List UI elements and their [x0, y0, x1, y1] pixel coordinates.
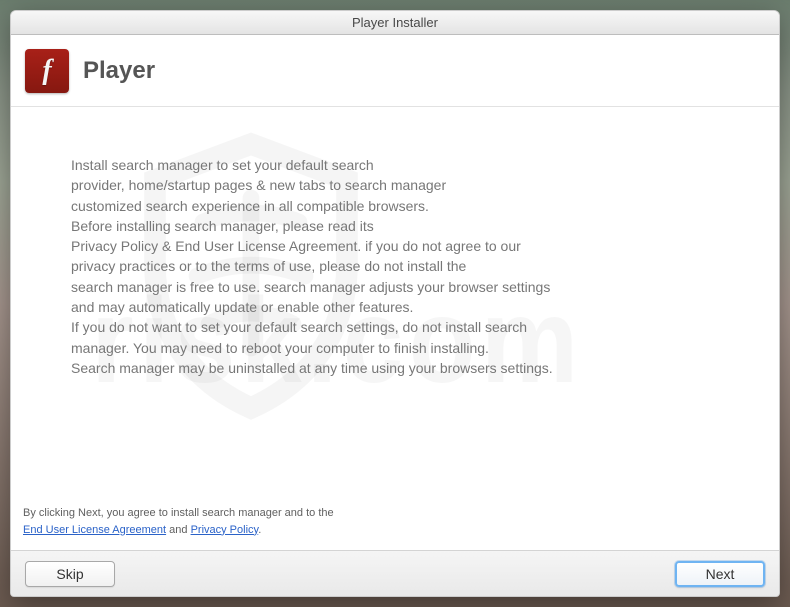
installer-header: f Player: [11, 35, 779, 107]
body-line: Install search manager to set your defau…: [71, 155, 641, 175]
body-line: manager. You may need to reboot your com…: [71, 338, 641, 358]
legal-and: and: [166, 524, 190, 536]
body-line: Search manager may be uninstalled at any…: [71, 358, 641, 378]
body-line: Before installing search manager, please…: [71, 216, 641, 236]
next-button[interactable]: Next: [675, 561, 765, 587]
body-line: search manager is free to use. search ma…: [71, 277, 641, 297]
body-line: and may automatically update or enable o…: [71, 297, 641, 317]
body-line: Privacy Policy & End User License Agreem…: [71, 236, 641, 256]
installer-footer: Skip Next: [11, 550, 779, 596]
installer-window: Player Installer f Player risk.com Insta…: [10, 10, 780, 597]
legal-notice: By clicking Next, you agree to install s…: [11, 499, 779, 550]
skip-button[interactable]: Skip: [25, 561, 115, 587]
app-title: Player: [83, 57, 155, 85]
legal-suffix: .: [258, 524, 261, 536]
body-text: Install search manager to set your defau…: [11, 107, 651, 388]
body-line: customized search experience in all comp…: [71, 196, 641, 216]
flash-icon: f: [25, 49, 69, 93]
body-line: privacy practices or to the terms of use…: [71, 256, 641, 276]
legal-prefix: By clicking Next, you agree to install s…: [23, 507, 334, 519]
window-title: Player Installer: [352, 15, 438, 30]
flash-glyph: f: [42, 57, 51, 85]
eula-link[interactable]: End User License Agreement: [23, 524, 166, 536]
body-line: provider, home/startup pages & new tabs …: [71, 175, 641, 195]
body-line: If you do not want to set your default s…: [71, 317, 641, 337]
privacy-link[interactable]: Privacy Policy: [191, 524, 259, 536]
window-titlebar[interactable]: Player Installer: [11, 11, 779, 35]
installer-body: risk.com Install search manager to set y…: [11, 107, 779, 550]
